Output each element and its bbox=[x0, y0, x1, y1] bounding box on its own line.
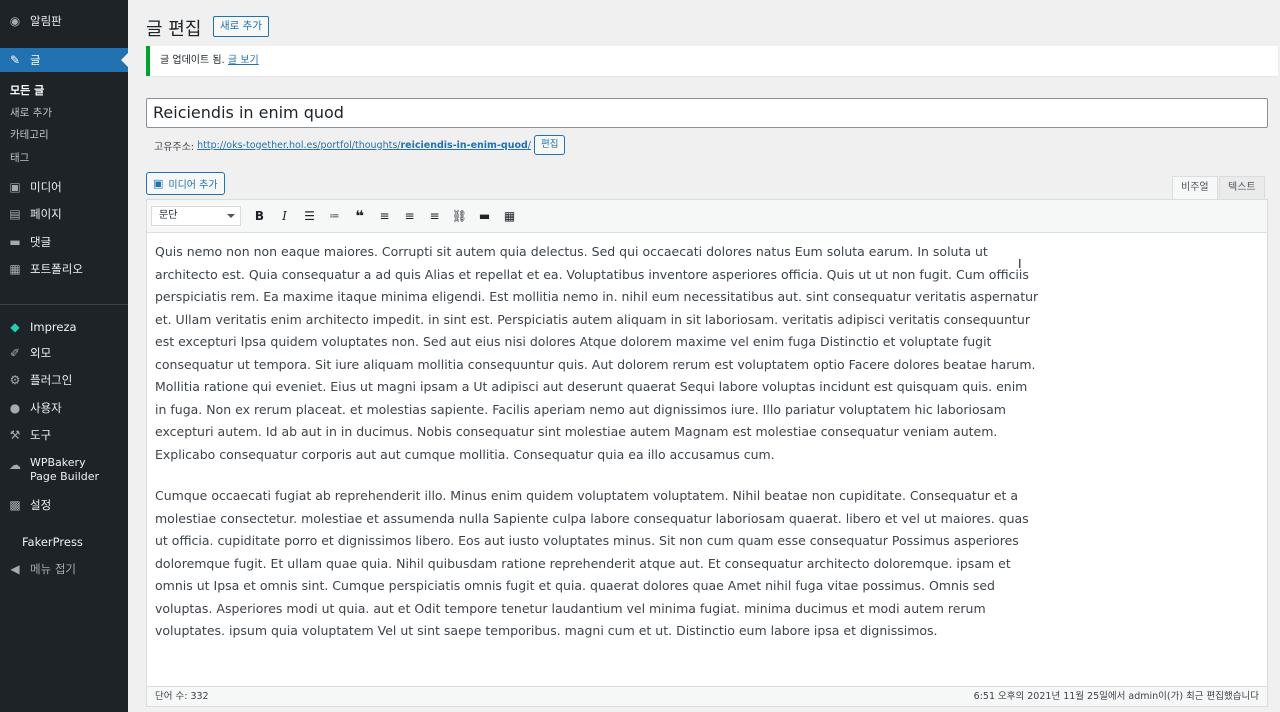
blockquote-icon[interactable]: ❝ bbox=[347, 204, 372, 228]
diamond-icon: ◆ bbox=[10, 320, 20, 334]
portfolio-icon: ▦ bbox=[9, 262, 21, 276]
menu-impreza-label: Impreza bbox=[30, 320, 77, 334]
permalink-link[interactable]: http://oks-together.hol.es/portfol/thoug… bbox=[197, 140, 531, 151]
menu-tools[interactable]: ⚒ 도구 bbox=[0, 425, 128, 445]
tab-visual[interactable]: 비주얼 bbox=[1172, 176, 1218, 199]
menu-dashboard[interactable]: ◉ 알림판 bbox=[0, 11, 128, 31]
edit-permalink-button[interactable]: 편집 bbox=[534, 135, 566, 155]
collapse-icon: ◀ bbox=[10, 562, 20, 576]
plugin-icon: ⚙ bbox=[9, 373, 21, 387]
wrench-icon: ⚒ bbox=[9, 428, 21, 442]
settings-icon: ▩ bbox=[9, 498, 21, 512]
format-select[interactable]: 문단 bbox=[151, 206, 241, 226]
menu-plugins-label: 플러그인 bbox=[30, 373, 73, 387]
submenu-add-new[interactable]: 새로 추가 bbox=[10, 105, 52, 120]
menu-settings[interactable]: ▩ 설정 bbox=[0, 495, 128, 515]
menu-media[interactable]: ▣ 미디어 bbox=[0, 177, 128, 197]
paragraph-1-text: Quis nemo non non eaque maiores. Corrupt… bbox=[155, 244, 1039, 462]
media-add-icon: ▣ bbox=[153, 177, 164, 190]
post-editor: 문단 B I ☰ ≔ ❝ ≡ ≡ ≡ ⛓ ▬ ▦ Quis nemo non n… bbox=[146, 199, 1268, 707]
user-icon: ● bbox=[9, 401, 21, 415]
align-right-icon[interactable]: ≡ bbox=[422, 204, 447, 228]
paragraph-2-text: Cumque occaecati fugiat ab reprehenderit… bbox=[155, 488, 1029, 638]
menu-appearance-label: 외모 bbox=[30, 346, 52, 360]
post-title-input[interactable]: Reiciendis in enim quod bbox=[146, 98, 1268, 128]
pages-icon: ▤ bbox=[9, 207, 21, 221]
menu-wpbakery-label: WPBakery Page Builder bbox=[30, 456, 100, 483]
menu-posts-label: 글 bbox=[30, 53, 41, 67]
cloud-icon: ☁ bbox=[9, 458, 21, 472]
brush-icon: ✐ bbox=[9, 346, 21, 360]
menu-users[interactable]: ● 사용자 bbox=[0, 398, 128, 418]
read-more-icon[interactable]: ▬ bbox=[472, 204, 497, 228]
menu-comments-label: 댓글 bbox=[30, 235, 52, 249]
permalink-base: http://oks-together.hol.es/portfol/thoug… bbox=[197, 139, 401, 151]
editor-toolbar: 문단 B I ☰ ≔ ❝ ≡ ≡ ≡ ⛓ ▬ ▦ bbox=[147, 200, 1267, 233]
text-cursor-icon: I bbox=[1018, 257, 1022, 271]
editor-status-bar: 단어 수: 332 6:51 오후의 2021년 11월 25일에서 admin… bbox=[147, 686, 1267, 706]
align-center-icon[interactable]: ≡ bbox=[397, 204, 422, 228]
add-new-button[interactable]: 새로 추가 bbox=[213, 16, 269, 37]
word-count: 단어 수: 332 bbox=[155, 691, 209, 702]
media-icon: ▣ bbox=[9, 180, 21, 194]
menu-media-label: 미디어 bbox=[30, 180, 62, 194]
menu-appearance[interactable]: ✐ 외모 bbox=[0, 343, 128, 363]
menu-dashboard-label: 알림판 bbox=[30, 14, 62, 28]
menu-fakerpress-label: FakerPress bbox=[22, 535, 83, 549]
pin-icon: ✎ bbox=[9, 53, 21, 67]
page-title: 글 편집 bbox=[146, 19, 202, 40]
menu-users-label: 사용자 bbox=[30, 401, 62, 415]
menu-portfolio-label: 포트폴리오 bbox=[30, 262, 83, 276]
menu-collapse[interactable]: ◀ 메뉴 접기 bbox=[0, 559, 128, 579]
dashboard-icon: ◉ bbox=[9, 14, 21, 28]
menu-pages-label: 페이지 bbox=[30, 207, 62, 221]
menu-plugins[interactable]: ⚙ 플러그인 bbox=[0, 370, 128, 390]
menu-separator bbox=[0, 304, 128, 305]
add-media-label: 미디어 추가 bbox=[168, 180, 218, 191]
bullet-list-icon[interactable]: ☰ bbox=[297, 204, 322, 228]
update-notice: 글 업데이트 됨. 글 보기 bbox=[146, 46, 1278, 76]
permalink-label: 고유주소: bbox=[154, 141, 195, 153]
add-media-button[interactable]: ▣ 미디어 추가 bbox=[146, 172, 225, 195]
tab-text[interactable]: 텍스트 bbox=[1219, 176, 1265, 199]
toolbar-toggle-icon[interactable]: ▦ bbox=[497, 204, 522, 228]
main-content: 글 편집 새로 추가 글 업데이트 됨. 글 보기 Reiciendis in … bbox=[128, 0, 1280, 712]
submenu-categories[interactable]: 카테고리 bbox=[10, 127, 49, 142]
permalink-slug: reiciendis-in-enim-quod bbox=[400, 139, 528, 151]
link-icon[interactable]: ⛓ bbox=[447, 204, 472, 228]
menu-tools-label: 도구 bbox=[30, 428, 52, 442]
editor-content[interactable]: Quis nemo non non eaque maiores. Corrupt… bbox=[147, 233, 1047, 643]
last-edited: 6:51 오후의 2021년 11월 25일에서 admin이(가) 최근 편집… bbox=[973, 691, 1259, 702]
submenu-all-posts[interactable]: 모든 글 bbox=[10, 82, 44, 98]
menu-comments[interactable]: ▬ 댓글 bbox=[0, 232, 128, 252]
menu-posts[interactable]: ✎ 글 bbox=[0, 48, 128, 72]
admin-sidebar: ◉ 알림판 ✎ 글 모든 글 새로 추가 카테고리 태그 ▣ 미디어 ▤ 페이지 ▬ 댓글… bbox=[0, 0, 128, 712]
permalink-row: 고유주소: http://oks-together.hol.es/portfol… bbox=[154, 135, 566, 155]
menu-impreza[interactable]: ◆ Impreza bbox=[0, 317, 128, 337]
submenu-tags[interactable]: 태그 bbox=[10, 150, 29, 165]
menu-wpbakery[interactable]: ☁ WPBakery Page Builder bbox=[0, 456, 128, 486]
numbered-list-icon[interactable]: ≔ bbox=[322, 204, 347, 228]
menu-settings-label: 설정 bbox=[30, 498, 52, 512]
permalink-trail: / bbox=[527, 139, 531, 151]
italic-icon[interactable]: I bbox=[272, 204, 297, 228]
menu-pages[interactable]: ▤ 페이지 bbox=[0, 204, 128, 224]
notice-text: 글 업데이트 됨. bbox=[160, 55, 228, 66]
paragraph-1: Quis nemo non non eaque maiores. Corrupt… bbox=[155, 241, 1039, 466]
view-post-link[interactable]: 글 보기 bbox=[228, 55, 259, 66]
comment-icon: ▬ bbox=[9, 235, 21, 249]
paragraph-2: Cumque occaecati fugiat ab reprehenderit… bbox=[155, 485, 1039, 643]
menu-collapse-label: 메뉴 접기 bbox=[30, 562, 76, 576]
align-left-icon[interactable]: ≡ bbox=[372, 204, 397, 228]
bold-icon[interactable]: B bbox=[247, 204, 272, 228]
menu-portfolio[interactable]: ▦ 포트폴리오 bbox=[0, 259, 128, 279]
menu-fakerpress[interactable]: FakerPress bbox=[0, 532, 128, 552]
